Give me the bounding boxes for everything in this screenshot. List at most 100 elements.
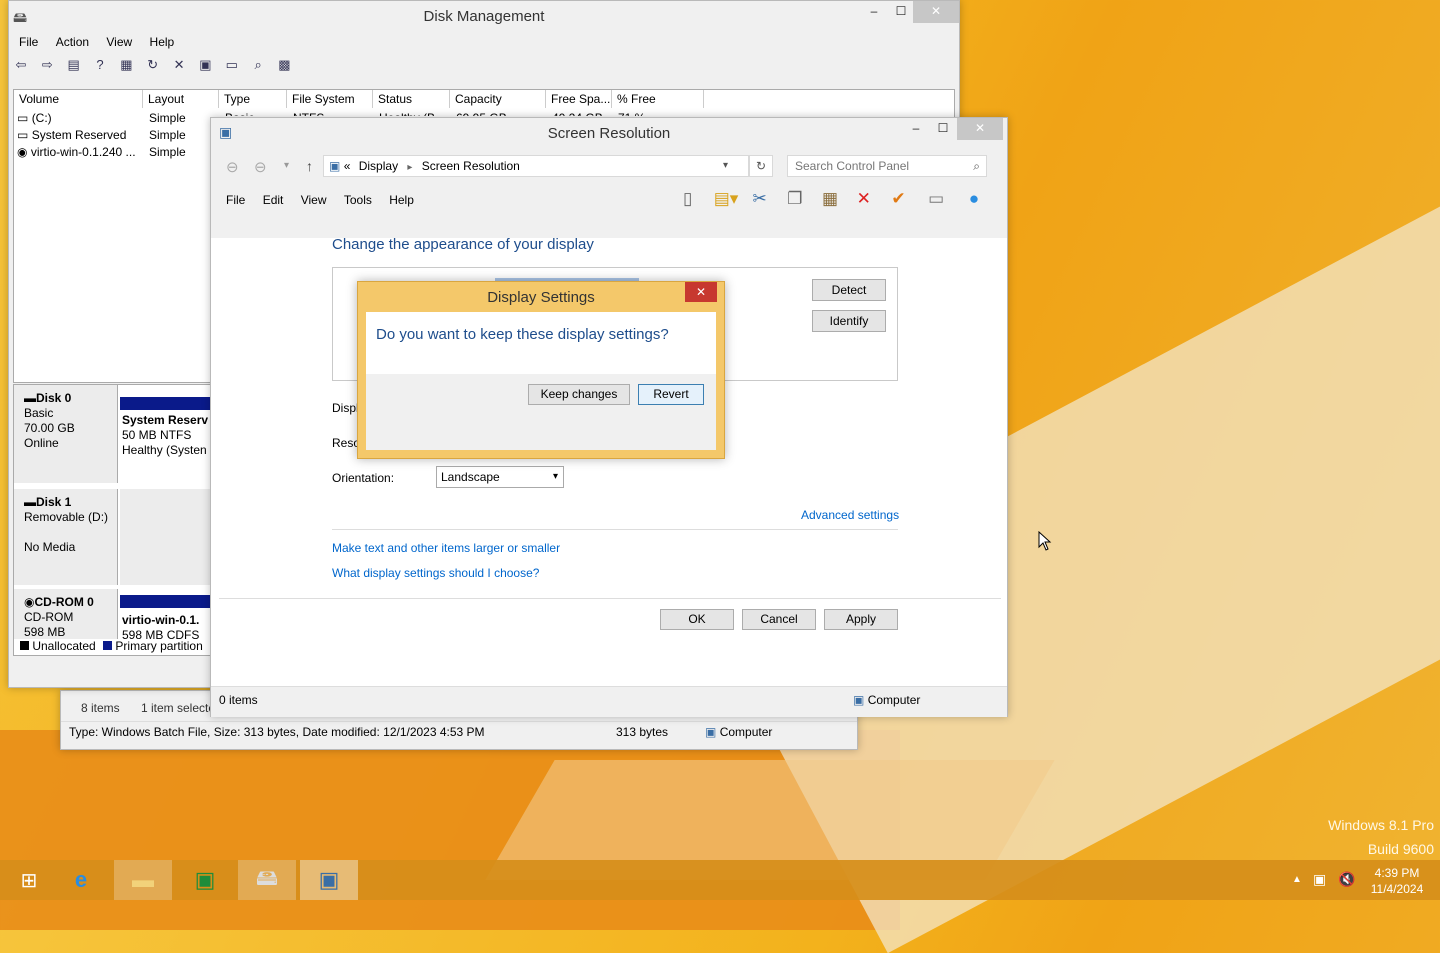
column-header[interactable]: Layout: [143, 90, 219, 108]
address-bar[interactable]: ▣ « Display ▸ Screen Resolution ▾: [323, 155, 749, 177]
column-header[interactable]: Status: [373, 90, 450, 108]
menu-help[interactable]: Help: [150, 35, 175, 49]
volume-name: (C:): [31, 111, 52, 125]
rename-icon[interactable]: ▭: [928, 189, 964, 209]
apply-button[interactable]: Apply: [824, 609, 898, 630]
partition-name: System Reserv: [122, 413, 209, 427]
detect-button[interactable]: Detect: [812, 279, 886, 301]
delete-icon[interactable]: ✕: [857, 189, 887, 209]
taskbar-disk-management[interactable]: 🖴: [238, 860, 296, 900]
identify-button[interactable]: Identify: [812, 310, 886, 332]
column-header[interactable]: Volume: [14, 90, 143, 108]
disk-1-label[interactable]: ▬Disk 1 Removable (D:) No Media: [14, 489, 118, 585]
maximize-button[interactable]: ☐: [928, 118, 958, 140]
help-icon[interactable]: ?: [92, 57, 108, 73]
disk-name: Disk 0: [36, 391, 72, 405]
console-tree-icon[interactable]: ▤: [66, 57, 82, 73]
breadcrumb-display[interactable]: Display: [359, 159, 398, 173]
properties-icon[interactable]: ▦: [118, 57, 134, 73]
partition-header-bar: [120, 595, 210, 608]
partition-virtio[interactable]: virtio-win-0.1. 598 MB CDFS: [122, 613, 222, 639]
display-help-link[interactable]: What display settings should I choose?: [332, 566, 539, 580]
status-bar: 0 items ▣ Computer: [211, 686, 1007, 717]
organize-icon[interactable]: ▤▾: [714, 189, 748, 209]
back-arrow-icon[interactable]: ⊖: [226, 158, 239, 176]
table-row[interactable]: ◉ virtio-win-0.1.240 ...: [17, 144, 136, 161]
taskbar-clock[interactable]: 4:39 PM 11/4/2024: [1366, 865, 1428, 897]
taskbar-store[interactable]: ▣: [176, 860, 234, 900]
back-arrow-icon[interactable]: ⇦: [13, 57, 29, 73]
disk-type: Basic: [24, 406, 54, 420]
keep-changes-button[interactable]: Keep changes: [528, 384, 630, 405]
menu-action[interactable]: Action: [56, 35, 89, 49]
menu-view[interactable]: View: [301, 193, 327, 207]
windows-logo-icon: ⊞: [20, 869, 38, 892]
column-header[interactable]: % Free: [612, 90, 704, 108]
up-arrow-icon[interactable]: ↑: [306, 158, 313, 174]
copy-icon[interactable]: ❐: [787, 189, 817, 209]
paste-icon[interactable]: ▦: [822, 189, 852, 209]
refresh-icon[interactable]: ↻: [749, 155, 773, 177]
dialog-question: Do you want to keep these display settin…: [376, 326, 669, 343]
cd-drive-icon: ◉: [24, 595, 35, 609]
find-icon[interactable]: ⌕: [250, 57, 266, 73]
column-header[interactable]: Free Spa...: [546, 90, 612, 108]
clock-time: 4:39 PM: [1374, 866, 1420, 880]
disk-0-label[interactable]: ▬Disk 0 Basic 70.00 GB Online: [14, 385, 118, 483]
forward-arrow-icon[interactable]: ⇨: [39, 57, 55, 73]
partition-system-reserved[interactable]: System Reserv 50 MB NTFS Healthy (Systen: [122, 413, 222, 483]
menu-tools[interactable]: Tools: [344, 193, 372, 207]
recent-pages-chevron-icon[interactable]: ▾: [284, 160, 289, 171]
ok-button[interactable]: OK: [660, 609, 734, 630]
close-button[interactable]: ✕: [957, 118, 1003, 140]
disk-type: Removable (D:): [24, 510, 109, 524]
show-hidden-icons-chevron-icon[interactable]: ▲: [1292, 874, 1302, 885]
revert-button[interactable]: Revert: [638, 384, 704, 405]
forward-arrow-icon[interactable]: ⊖: [254, 158, 267, 176]
network-icon[interactable]: ▣: [1313, 871, 1326, 888]
column-header[interactable]: File System: [287, 90, 373, 108]
open-icon[interactable]: ▣: [197, 57, 213, 73]
cut-icon[interactable]: ✂: [752, 189, 782, 209]
breadcrumb-prefix: «: [343, 159, 351, 173]
column-header[interactable]: Type: [219, 90, 287, 108]
disk-mgmt-titlebar[interactable]: 🖴 Disk Management ‒ ☐ ✕: [9, 1, 959, 31]
settings-icon[interactable]: ▩: [276, 57, 292, 73]
search-input[interactable]: Search Control Panel ⌕: [787, 155, 987, 177]
orientation-select[interactable]: Landscape ▾: [436, 466, 564, 488]
help-globe-icon[interactable]: ●: [969, 189, 993, 209]
taskbar-control-panel[interactable]: ▣: [300, 860, 358, 900]
column-header[interactable]: Capacity: [450, 90, 546, 108]
breadcrumb-screen-resolution[interactable]: Screen Resolution: [422, 159, 520, 173]
maximize-button[interactable]: ☐: [886, 1, 916, 23]
control-panel-icon: ▣: [329, 159, 341, 173]
menu-file[interactable]: File: [226, 193, 245, 207]
cdrom-0-label[interactable]: ◉CD-ROM 0 CD-ROM 598 MB: [14, 589, 118, 639]
menu-edit[interactable]: Edit: [263, 193, 284, 207]
menu-view[interactable]: View: [106, 35, 132, 49]
properties-check-icon[interactable]: ✔: [891, 189, 923, 209]
menu-help[interactable]: Help: [389, 193, 414, 207]
dialog-title: Display Settings: [487, 289, 595, 306]
text-size-link[interactable]: Make text and other items larger or smal…: [332, 541, 560, 555]
folder-icon[interactable]: ▭: [224, 57, 240, 73]
cancel-button[interactable]: Cancel: [742, 609, 816, 630]
table-row[interactable]: ▭ (C:): [17, 110, 52, 127]
delete-icon[interactable]: ✕: [171, 57, 187, 73]
dialog-close-button[interactable]: ✕: [685, 282, 717, 302]
menu-file[interactable]: File: [19, 35, 38, 49]
preview-pane-icon[interactable]: ▯: [683, 189, 709, 209]
minimize-button[interactable]: ‒: [901, 118, 931, 140]
volume-muted-icon[interactable]: 🔇: [1338, 871, 1355, 888]
close-button[interactable]: ✕: [913, 1, 959, 23]
screen-res-titlebar[interactable]: ▣ Screen Resolution ‒ ☐ ✕: [211, 118, 1007, 148]
minimize-button[interactable]: ‒: [859, 1, 889, 23]
taskbar-internet-explorer[interactable]: e: [52, 860, 110, 900]
table-row[interactable]: ▭ System Reserved: [17, 127, 126, 144]
refresh-icon[interactable]: ↻: [145, 57, 161, 73]
advanced-settings-link[interactable]: Advanced settings: [801, 508, 899, 522]
address-dropdown-icon[interactable]: ▾: [723, 156, 728, 176]
taskbar-file-explorer[interactable]: ▬: [114, 860, 172, 900]
start-button[interactable]: ⊞: [0, 860, 58, 900]
clock-date: 11/4/2024: [1370, 882, 1424, 896]
